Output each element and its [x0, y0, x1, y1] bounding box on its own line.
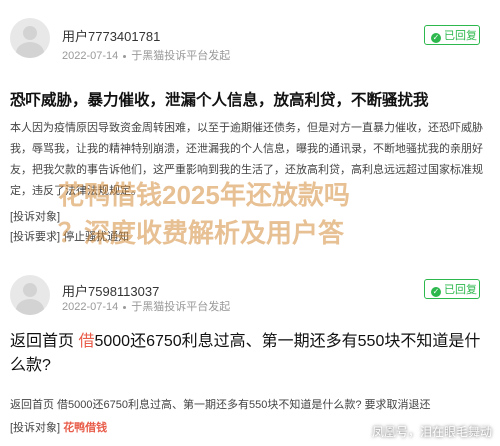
post-date: 2022-07-14	[62, 301, 119, 313]
object-label: [投诉对象]	[10, 422, 61, 434]
replied-badge: ✓ 已回复	[424, 279, 480, 299]
post-source: 于黑猫投诉平台发起	[131, 301, 231, 313]
object-label: [投诉对象]	[10, 211, 61, 223]
check-icon: ✓	[431, 287, 441, 297]
post-date: 2022-07-14	[62, 50, 119, 62]
complaint-request-field: [投诉要求] 停止骚扰通知	[10, 228, 129, 244]
complaint-body: 返回首页 借5000还6750利息过高、第一期还多有550块不知道是什么款? 要…	[10, 399, 431, 411]
complaint-object-field: [投诉对象]	[10, 208, 60, 224]
complaint-title[interactable]: 返回首页 借5000还6750利息过高、第一期还多有550块不知道是什么款?	[10, 330, 492, 378]
title-prefix: 返回首页	[10, 333, 79, 350]
post-meta: 2022-07-14 于黑猫投诉平台发起	[62, 298, 230, 314]
complaint-body: 本人因为疫情原因导致资金周转困难，以至于逾期催还债务，但是对方一直暴力催收，还恐…	[10, 122, 483, 197]
complaint-title[interactable]: 恐吓威胁，暴力催收，泄漏个人信息，放高利贷，不断骚扰我	[10, 88, 490, 110]
badge-label: 已回复	[444, 30, 477, 42]
avatar[interactable]	[10, 18, 50, 58]
check-icon: ✓	[431, 33, 441, 43]
post-source: 于黑猫投诉平台发起	[131, 50, 231, 62]
avatar[interactable]	[10, 275, 50, 315]
complaint-object-field: [投诉对象] 花鸭借钱	[10, 419, 107, 435]
replied-badge: ✓ 已回复	[424, 25, 480, 45]
username[interactable]: 用户7773401781	[62, 26, 160, 45]
request-label: [投诉要求]	[10, 231, 61, 243]
title-highlight: 借	[78, 333, 95, 350]
object-value[interactable]: 花鸭借钱	[63, 422, 107, 434]
badge-label: 已回复	[444, 284, 477, 296]
request-value: 停止骚扰通知	[63, 231, 130, 243]
post-meta: 2022-07-14 于黑猫投诉平台发起	[62, 47, 230, 63]
complaint-card-1[interactable]: 用户7773401781 2022-07-14 于黑猫投诉平台发起 ✓ 已回复 恐吓…	[0, 0, 500, 262]
